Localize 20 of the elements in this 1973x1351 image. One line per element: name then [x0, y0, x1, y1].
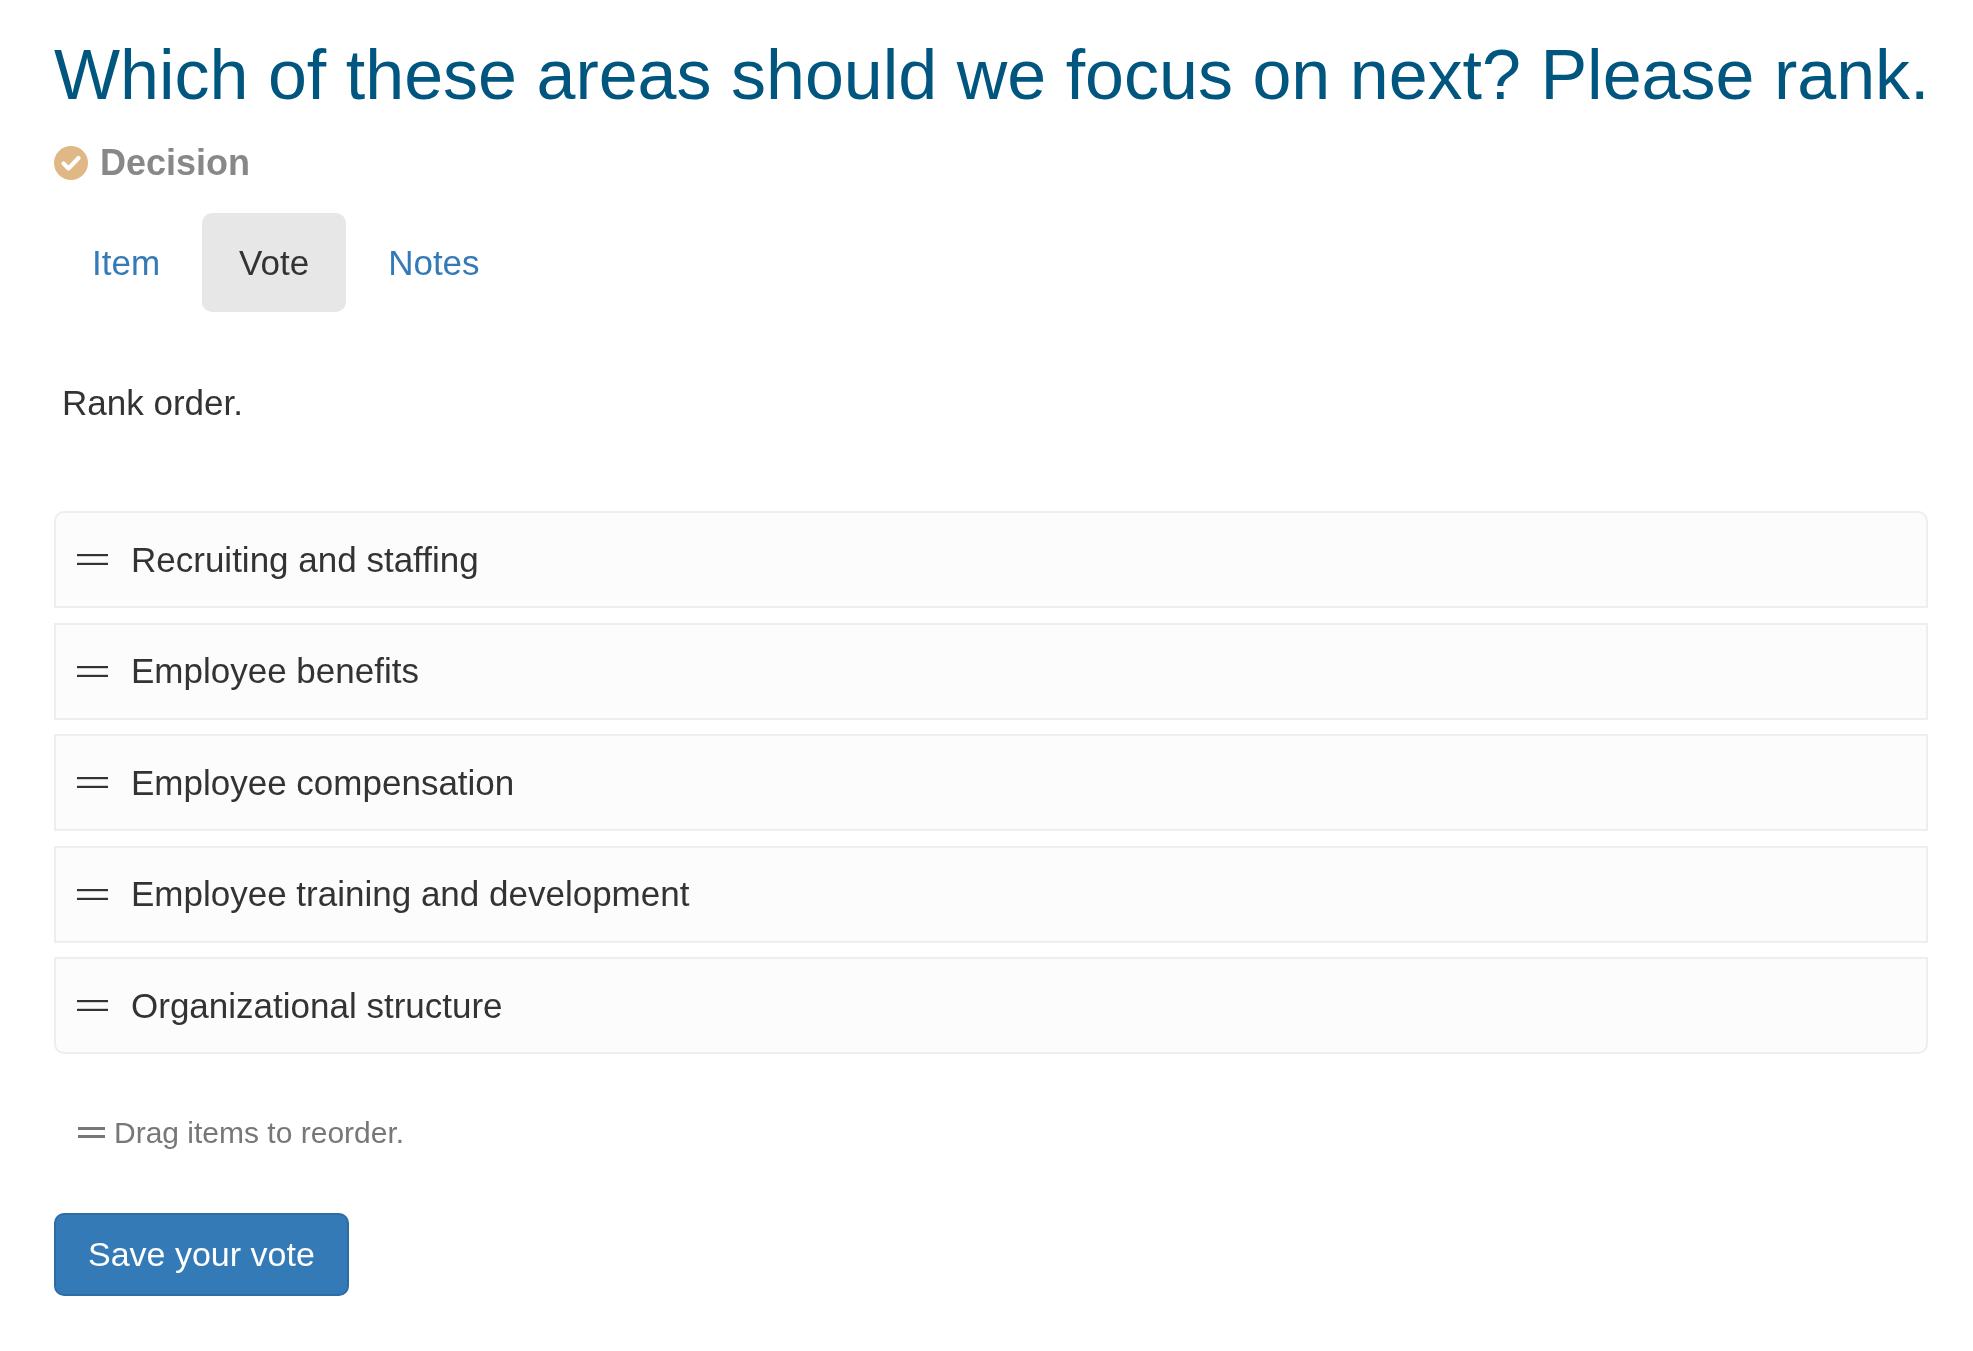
rank-item[interactable]: Employee compensation: [54, 734, 1928, 831]
rank-item[interactable]: Employee benefits: [54, 622, 1928, 720]
drag-handle-icon: [77, 1000, 108, 1011]
drag-handle-icon: [77, 888, 108, 900]
hint-text: Drag items to reorder.: [114, 1115, 405, 1151]
tab[interactable]: Notes: [351, 213, 517, 312]
tab[interactable]: Item: [55, 213, 198, 312]
tab[interactable]: Vote: [202, 213, 347, 312]
rank-item[interactable]: Organizational structure: [54, 957, 1928, 1054]
rank-item[interactable]: Recruiting and staffing: [54, 511, 1928, 608]
page-title: Which of these areas should we focus on next? Please rank.: [54, 37, 1930, 114]
instructions-text: Rank order.: [62, 382, 243, 424]
drag-handle-icon: [77, 777, 108, 788]
drag-handle-icon: [77, 554, 108, 565]
save-vote-button[interactable]: Save your vote: [54, 1213, 349, 1296]
rank-item[interactable]: Employee training and development: [54, 845, 1928, 943]
drag-handle-icon: [77, 665, 108, 677]
drag-handle-icon: [78, 1127, 105, 1138]
check-circle-icon: [54, 145, 88, 180]
status-label: Decision: [100, 141, 251, 184]
